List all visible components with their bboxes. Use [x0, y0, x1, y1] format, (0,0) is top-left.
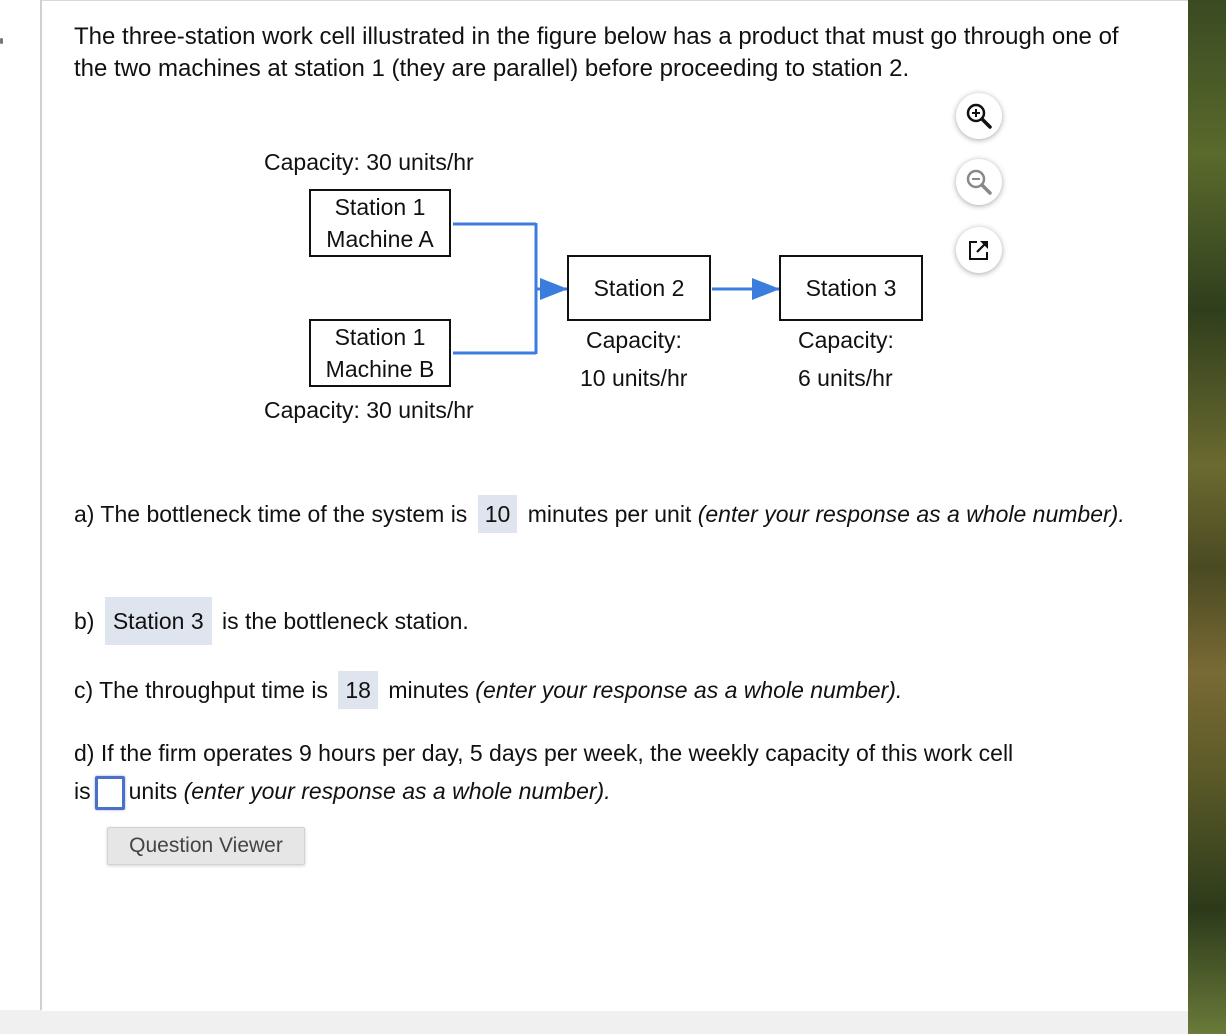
- machine-b-line2: Machine B: [325, 356, 435, 382]
- machine-b-box: Station 1 Machine B: [309, 319, 451, 387]
- part-d-line1: d) If the firm operates 9 hours per day,…: [74, 740, 1014, 766]
- machine-a-capacity: Capacity: 30 units/hr: [264, 149, 474, 175]
- part-b: b) Station 3 is the bottleneck station.: [74, 597, 1154, 645]
- question-panel: The three-station work cell illustrated …: [42, 0, 1188, 1011]
- part-b-prefix: b): [74, 608, 95, 634]
- part-c-suffix: minutes: [388, 677, 469, 703]
- station-3-capacity-label: Capacity:: [798, 327, 894, 353]
- machine-a-box: Station 1 Machine A: [309, 189, 451, 257]
- arrowhead-station-2: [540, 278, 568, 300]
- external-link-icon: [969, 241, 988, 260]
- zoom-in-icon: [966, 103, 992, 129]
- left-handle: [0, 38, 3, 44]
- part-a: a) The bottleneck time of the system is …: [74, 495, 1154, 533]
- part-a-prefix: a) The bottleneck time of the system is: [74, 501, 468, 527]
- station-3-label: Station 3: [805, 275, 897, 301]
- part-c-answer[interactable]: 18: [338, 671, 378, 709]
- station-2-box: Station 2: [567, 255, 711, 321]
- part-d-suffix: units: [128, 778, 178, 804]
- part-c-prefix: c) The throughput time is: [74, 677, 328, 703]
- part-d: d) If the firm operates 9 hours per day,…: [74, 734, 1154, 810]
- zoom-out-icon: [966, 169, 992, 195]
- station-2-label: Station 2: [593, 275, 685, 301]
- machine-a-line1: Station 1: [334, 194, 426, 220]
- part-a-suffix: minutes per unit: [527, 501, 692, 527]
- station-3-box: Station 3: [779, 255, 923, 321]
- station-2-capacity-label: Capacity:: [586, 327, 682, 353]
- open-new-window-button[interactable]: [956, 227, 1002, 273]
- machine-b-line1: Station 1: [334, 324, 426, 350]
- question-intro: The three-station work cell illustrated …: [74, 23, 1119, 82]
- part-b-answer[interactable]: Station 3: [104, 597, 212, 645]
- weekly-capacity-input[interactable]: [94, 775, 125, 810]
- machine-a-line2: Machine A: [326, 226, 434, 252]
- station-3-capacity-value: 6 units/hr: [798, 365, 893, 391]
- zoom-in-button[interactable]: [956, 93, 1002, 139]
- part-a-answer[interactable]: 10: [477, 495, 518, 533]
- part-d-note: (enter your response as a whole number).: [183, 778, 611, 804]
- question-viewer-button[interactable]: Question Viewer: [107, 827, 305, 865]
- part-c: c) The throughput time is 18 minutes (en…: [74, 671, 1154, 709]
- part-d-prefix: is: [74, 778, 91, 804]
- station-2-capacity-value: 10 units/hr: [580, 365, 688, 391]
- part-c-note: (enter your response as a whole number).: [475, 677, 903, 703]
- desktop-background: [1188, 0, 1226, 1034]
- machine-b-capacity: Capacity: 30 units/hr: [264, 397, 474, 423]
- part-a-note: (enter your response as a whole number).: [697, 501, 1125, 527]
- zoom-out-button[interactable]: [956, 159, 1002, 205]
- arrowhead-station-3: [752, 278, 780, 300]
- work-cell-figure: Capacity: 30 units/hr Station 1 Machine …: [242, 141, 962, 441]
- part-b-suffix: is the bottleneck station.: [222, 608, 469, 634]
- left-gutter: [0, 0, 42, 1010]
